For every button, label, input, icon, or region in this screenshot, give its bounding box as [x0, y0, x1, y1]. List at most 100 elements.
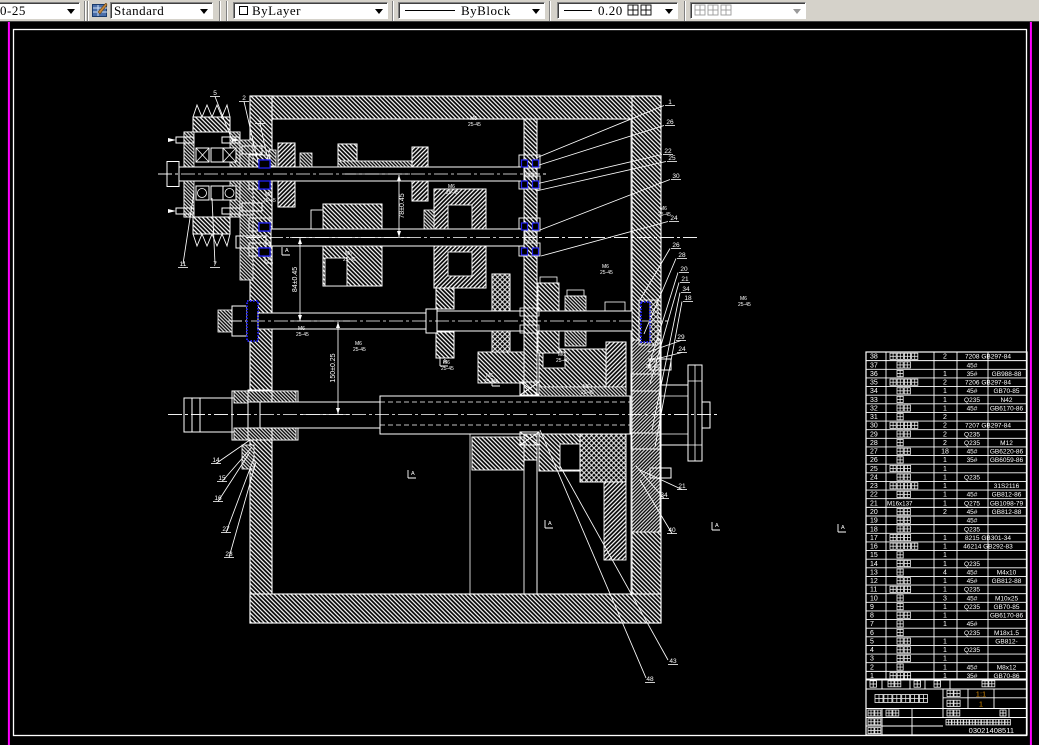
svg-text:11: 11: [870, 587, 877, 594]
svg-text:32: 32: [870, 405, 878, 412]
svg-text:Q235: Q235: [964, 526, 980, 533]
svg-text:25-45: 25-45: [658, 212, 671, 218]
svg-text:1: 1: [943, 621, 947, 628]
svg-text:Q235: Q235: [964, 561, 980, 568]
svg-text:10: 10: [870, 595, 878, 602]
svg-text:22: 22: [870, 492, 878, 499]
svg-text:1: 1: [943, 500, 947, 507]
svg-text:2: 2: [943, 380, 947, 387]
svg-text:14: 14: [870, 561, 878, 568]
svg-text:34: 34: [660, 492, 668, 499]
svg-text:27: 27: [870, 449, 878, 456]
svg-text:8215 GB301-34: 8215 GB301-34: [965, 535, 1011, 542]
svg-text:25-45: 25-45: [446, 190, 459, 196]
svg-text:45#: 45#: [967, 569, 978, 576]
svg-text:1: 1: [943, 647, 947, 654]
svg-text:25-45: 25-45: [353, 347, 366, 353]
svg-text:45#: 45#: [967, 509, 978, 516]
svg-text:1: 1: [943, 664, 947, 671]
svg-text:1: 1: [943, 552, 947, 559]
svg-text:46214 GB292-83: 46214 GB292-83: [963, 544, 1013, 551]
svg-text:GB988-88: GB988-88: [992, 371, 1022, 378]
svg-text:5: 5: [870, 638, 874, 645]
svg-text:16: 16: [870, 544, 878, 551]
svg-text:GB6170-86: GB6170-86: [990, 405, 1024, 412]
svg-text:16: 16: [214, 495, 222, 502]
svg-text:1: 1: [943, 544, 947, 551]
svg-text:1: 1: [258, 117, 262, 124]
svg-text:14: 14: [212, 457, 220, 464]
svg-text:1: 1: [943, 457, 947, 464]
svg-text:1: 1: [943, 638, 947, 645]
svg-text:25-45: 25-45: [343, 257, 356, 263]
svg-text:Q235: Q235: [964, 604, 980, 611]
svg-text:33: 33: [870, 397, 878, 404]
svg-text:1: 1: [943, 466, 947, 473]
svg-text:GB70-85: GB70-85: [993, 604, 1019, 611]
svg-text:25-45: 25-45: [738, 302, 751, 308]
svg-text:2: 2: [943, 423, 947, 430]
svg-text:45#: 45#: [967, 664, 978, 671]
svg-text:45#: 45#: [967, 578, 978, 585]
svg-text:31S2116: 31S2116: [994, 483, 1020, 490]
svg-text:GB812-86: GB812-86: [992, 492, 1022, 499]
svg-text:45#: 45#: [967, 492, 978, 499]
svg-text:2: 2: [943, 509, 947, 516]
svg-text:26: 26: [870, 457, 878, 464]
svg-text:3: 3: [943, 595, 947, 602]
svg-text:2: 2: [943, 354, 947, 361]
svg-text:A: A: [268, 256, 272, 262]
svg-text:M16x137: M16x137: [887, 500, 913, 507]
svg-text:GB812-88: GB812-88: [992, 578, 1022, 585]
svg-text:03021408511: 03021408511: [969, 726, 1014, 735]
svg-text:15: 15: [870, 552, 878, 559]
svg-text:45#: 45#: [967, 449, 978, 456]
svg-text:Q235: Q235: [964, 647, 980, 654]
svg-text:28: 28: [870, 440, 878, 447]
svg-text:11: 11: [180, 261, 187, 268]
svg-text:22: 22: [664, 148, 672, 155]
svg-text:1: 1: [943, 492, 947, 499]
svg-text:30: 30: [870, 423, 878, 430]
svg-text:28: 28: [225, 551, 233, 558]
svg-text:25-45: 25-45: [263, 198, 276, 204]
svg-text:2: 2: [943, 440, 947, 447]
svg-text:A: A: [715, 523, 719, 529]
svg-text:1: 1: [943, 388, 947, 395]
svg-text:Q235: Q235: [964, 474, 980, 481]
svg-text:18: 18: [684, 295, 692, 302]
svg-text:7208 GB297-84: 7208 GB297-84: [965, 354, 1011, 361]
svg-text:1: 1: [979, 699, 983, 708]
svg-text:GB812-88: GB812-88: [992, 509, 1022, 516]
svg-text:25-45: 25-45: [296, 332, 309, 338]
svg-text:23: 23: [870, 483, 878, 490]
svg-text:Q235: Q235: [964, 397, 980, 404]
svg-text:7: 7: [870, 621, 874, 628]
svg-text:43: 43: [669, 658, 677, 665]
svg-text:29: 29: [677, 334, 685, 341]
svg-text:GB1098-79: GB1098-79: [990, 500, 1024, 507]
svg-text:25-45: 25-45: [646, 364, 659, 370]
svg-text:1: 1: [943, 656, 947, 663]
svg-text:40: 40: [668, 527, 676, 534]
svg-text:Q235: Q235: [964, 440, 980, 447]
svg-text:9: 9: [870, 604, 874, 611]
svg-text:21: 21: [870, 500, 878, 507]
svg-text:A: A: [841, 525, 845, 531]
svg-text:45#: 45#: [967, 595, 978, 602]
svg-text:84±0.45: 84±0.45: [292, 267, 299, 292]
svg-text:27: 27: [222, 526, 230, 533]
svg-text:8: 8: [870, 613, 874, 620]
svg-text:M4x10: M4x10: [997, 569, 1017, 576]
svg-text:36: 36: [870, 371, 878, 378]
svg-text:M8x12: M8x12: [997, 664, 1017, 671]
svg-text:25-45: 25-45: [600, 270, 613, 276]
svg-text:25-45: 25-45: [441, 366, 454, 372]
svg-text:Q235: Q235: [964, 587, 980, 594]
svg-text:A: A: [411, 471, 415, 477]
svg-text:7207 GB297-84: 7207 GB297-84: [965, 423, 1011, 430]
svg-text:35#: 35#: [967, 371, 978, 378]
svg-text:GB6170-86: GB6170-86: [990, 613, 1024, 620]
svg-text:GB812-: GB812-: [995, 638, 1017, 645]
svg-text:1: 1: [943, 535, 947, 542]
